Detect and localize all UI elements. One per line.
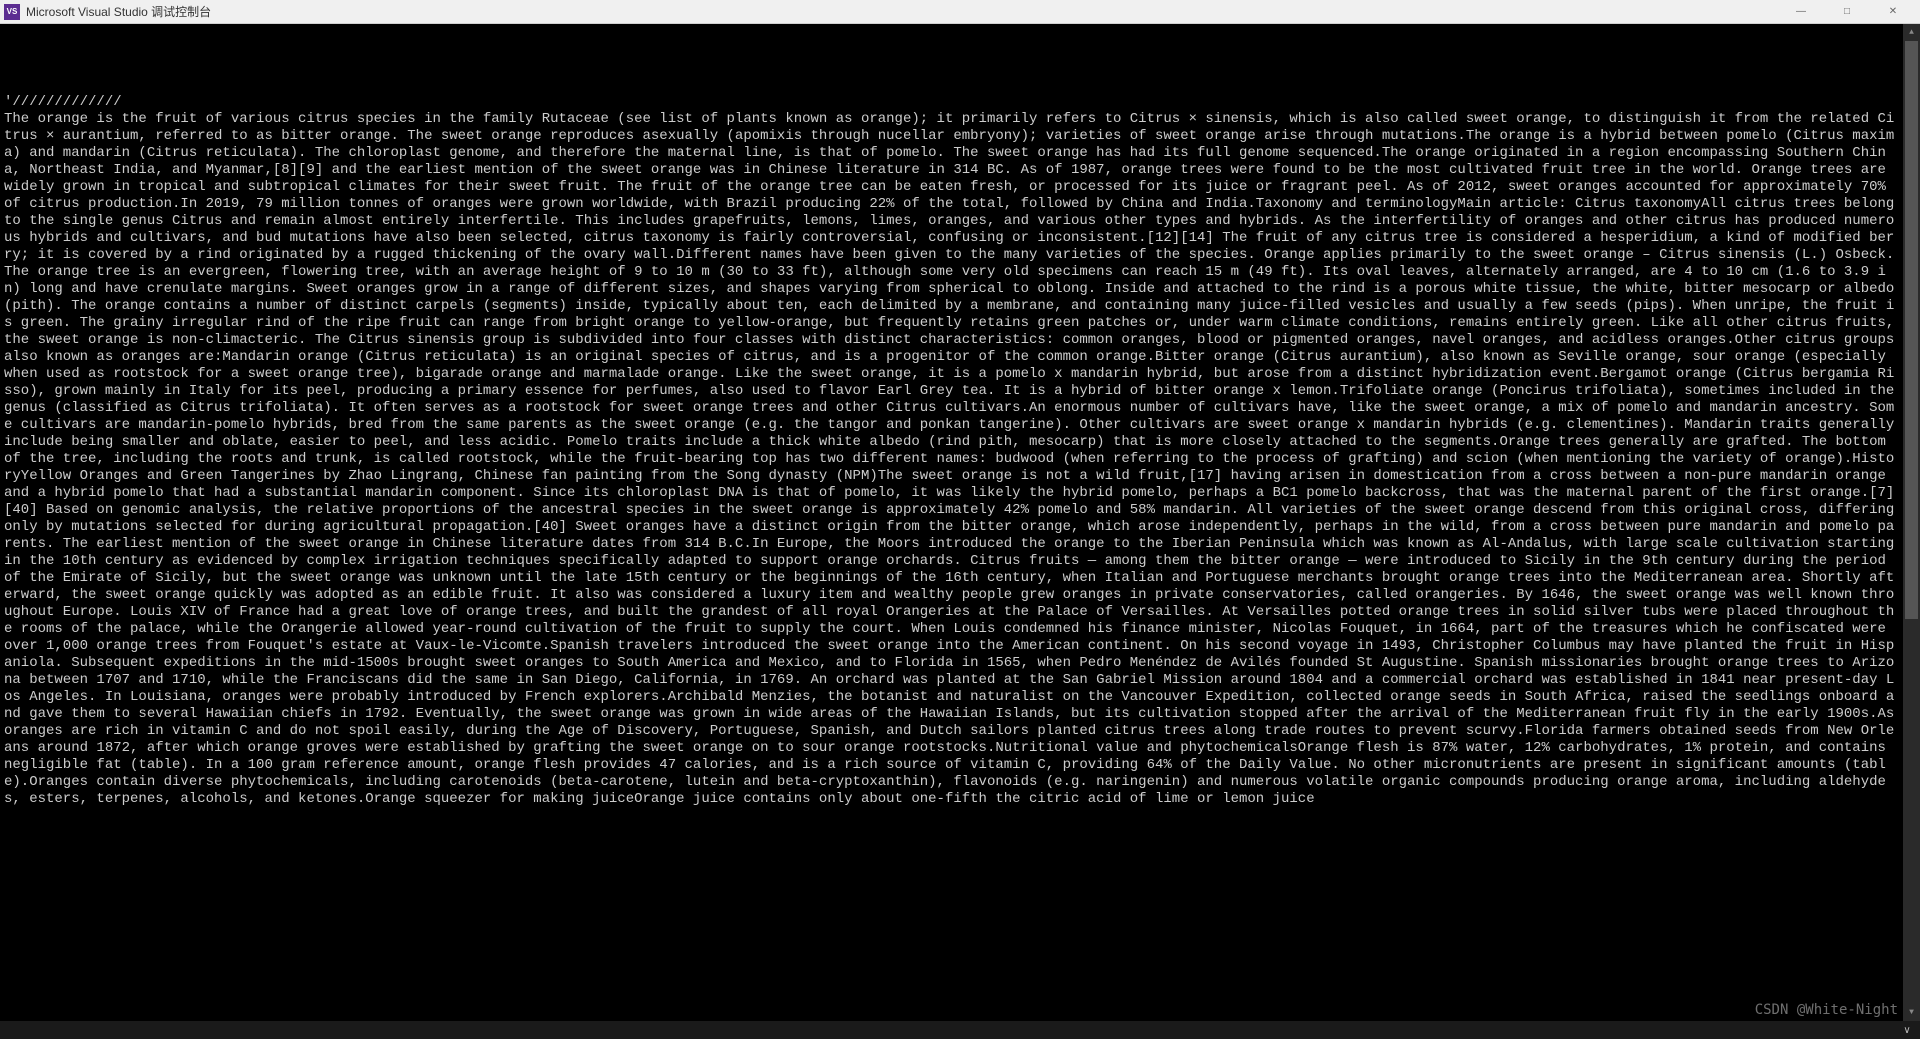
console-area[interactable]: '/////////////The orange is the fruit of… (0, 24, 1920, 1021)
scroll-up-arrow[interactable]: ▲ (1903, 24, 1920, 41)
watermark-text: CSDN @White-Night (1755, 1002, 1898, 1019)
window-controls: — □ ✕ (1778, 0, 1916, 24)
scroll-track[interactable] (1903, 41, 1920, 1004)
minimize-button[interactable]: — (1778, 0, 1824, 24)
scroll-thumb[interactable] (1905, 41, 1918, 619)
vertical-scrollbar[interactable]: ▲ ▼ (1903, 24, 1920, 1021)
console-body-text: The orange is the fruit of various citru… (4, 111, 1898, 808)
maximize-button[interactable]: □ (1824, 0, 1870, 24)
scroll-down-arrow[interactable]: ▼ (1903, 1004, 1920, 1021)
close-button[interactable]: ✕ (1870, 0, 1916, 24)
taskbar: ∨ (0, 1021, 1920, 1039)
tray-chevron-icon[interactable]: ∨ (1900, 1023, 1914, 1037)
window-titlebar: VS Microsoft Visual Studio 调试控制台 — □ ✕ (0, 0, 1920, 24)
app-icon: VS (4, 4, 20, 20)
window-title: Microsoft Visual Studio 调试控制台 (26, 3, 211, 20)
console-header-line: '///////////// (4, 94, 1898, 111)
console-output: '/////////////The orange is the fruit of… (4, 60, 1916, 842)
